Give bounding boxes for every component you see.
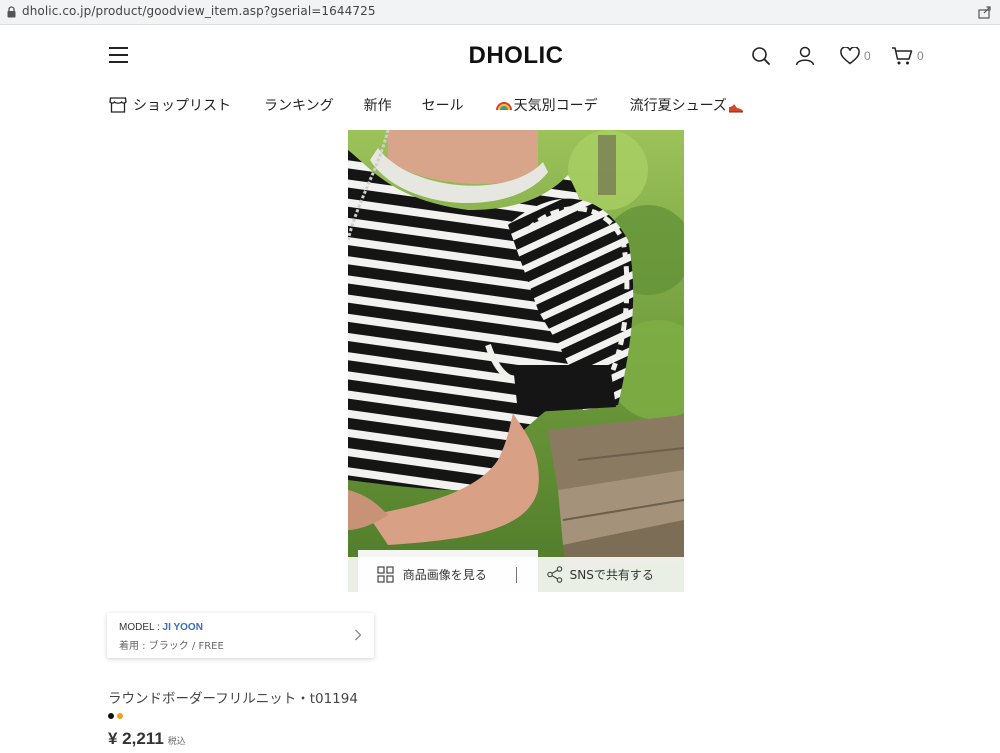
rainbow-icon [495, 102, 512, 111]
product-image[interactable]: 商品画像を見る SNSで共有する [348, 130, 684, 592]
shoe-icon [728, 104, 743, 113]
url-text[interactable]: dholic.co.jp/product/goodview_item.asp?g… [22, 4, 376, 18]
nav-weather-label: 天気別コーデ [513, 98, 598, 114]
nav-sale-label: セール [421, 98, 464, 114]
main-nav: ショップリスト ランキング 新作 セール 天気別コーデ 流行夏シューズ [109, 95, 744, 115]
view-images-label: 商品画像を見る [402, 568, 487, 582]
nav-summer-shoes[interactable]: 流行夏シューズ [630, 95, 744, 115]
cart-count: 0 [917, 49, 924, 63]
product-name: ラウンドボーダーフリルニット・t01194 [108, 691, 358, 707]
product-price: ¥ 2,211 税込 [108, 729, 186, 749]
tax-label: 税込 [167, 736, 186, 746]
share-icon [546, 566, 562, 583]
nav-weather-coordinate[interactable]: 天気別コーデ [495, 95, 598, 115]
cart-icon [892, 47, 913, 65]
nav-shoplist-label: ショップリスト [133, 98, 231, 114]
share-page-icon[interactable] [978, 5, 992, 19]
search-icon[interactable] [751, 44, 771, 68]
nav-ranking[interactable]: ランキング [264, 95, 334, 115]
color-swatch-orange[interactable] [117, 713, 123, 719]
nav-ranking-label: ランキング [264, 98, 334, 114]
account-icon[interactable] [795, 44, 815, 68]
nav-summer-shoes-label: 流行夏シューズ [629, 98, 727, 114]
heart-icon [840, 47, 860, 65]
model-wearing-info: 着用 : ブラック / FREE [119, 641, 224, 652]
nav-new-label: 新作 [363, 98, 392, 114]
price-value: ¥ 2,211 [108, 729, 164, 748]
share-sns-button[interactable]: SNSで共有する [517, 557, 685, 592]
color-swatch-black[interactable] [108, 713, 114, 719]
model-line: MODEL : JI YOON [119, 622, 203, 633]
color-swatches [108, 713, 123, 719]
cart-button[interactable]: 0 [891, 44, 924, 68]
model-prefix: MODEL : [119, 622, 163, 633]
grid-icon [377, 566, 394, 583]
view-product-images-button[interactable]: 商品画像を見る [348, 557, 516, 592]
share-label: SNSで共有する [569, 568, 654, 582]
wishlist-count: 0 [864, 49, 871, 63]
lock-icon [7, 6, 16, 18]
chevron-right-icon [355, 629, 362, 641]
nav-new[interactable]: 新作 [364, 95, 392, 115]
model-info-card[interactable]: MODEL : JI YOON 着用 : ブラック / FREE [107, 613, 374, 658]
model-name: JI YOON [162, 622, 203, 633]
shop-icon [109, 97, 127, 113]
product-photo-illustration [348, 130, 684, 592]
image-action-bar: 商品画像を見る SNSで共有する [348, 557, 684, 592]
nav-shoplist[interactable]: ショップリスト [109, 95, 231, 115]
browser-address-bar[interactable]: dholic.co.jp/product/goodview_item.asp?g… [0, 0, 1000, 25]
nav-sale[interactable]: セール [422, 95, 464, 115]
wishlist-button[interactable]: 0 [840, 44, 871, 68]
